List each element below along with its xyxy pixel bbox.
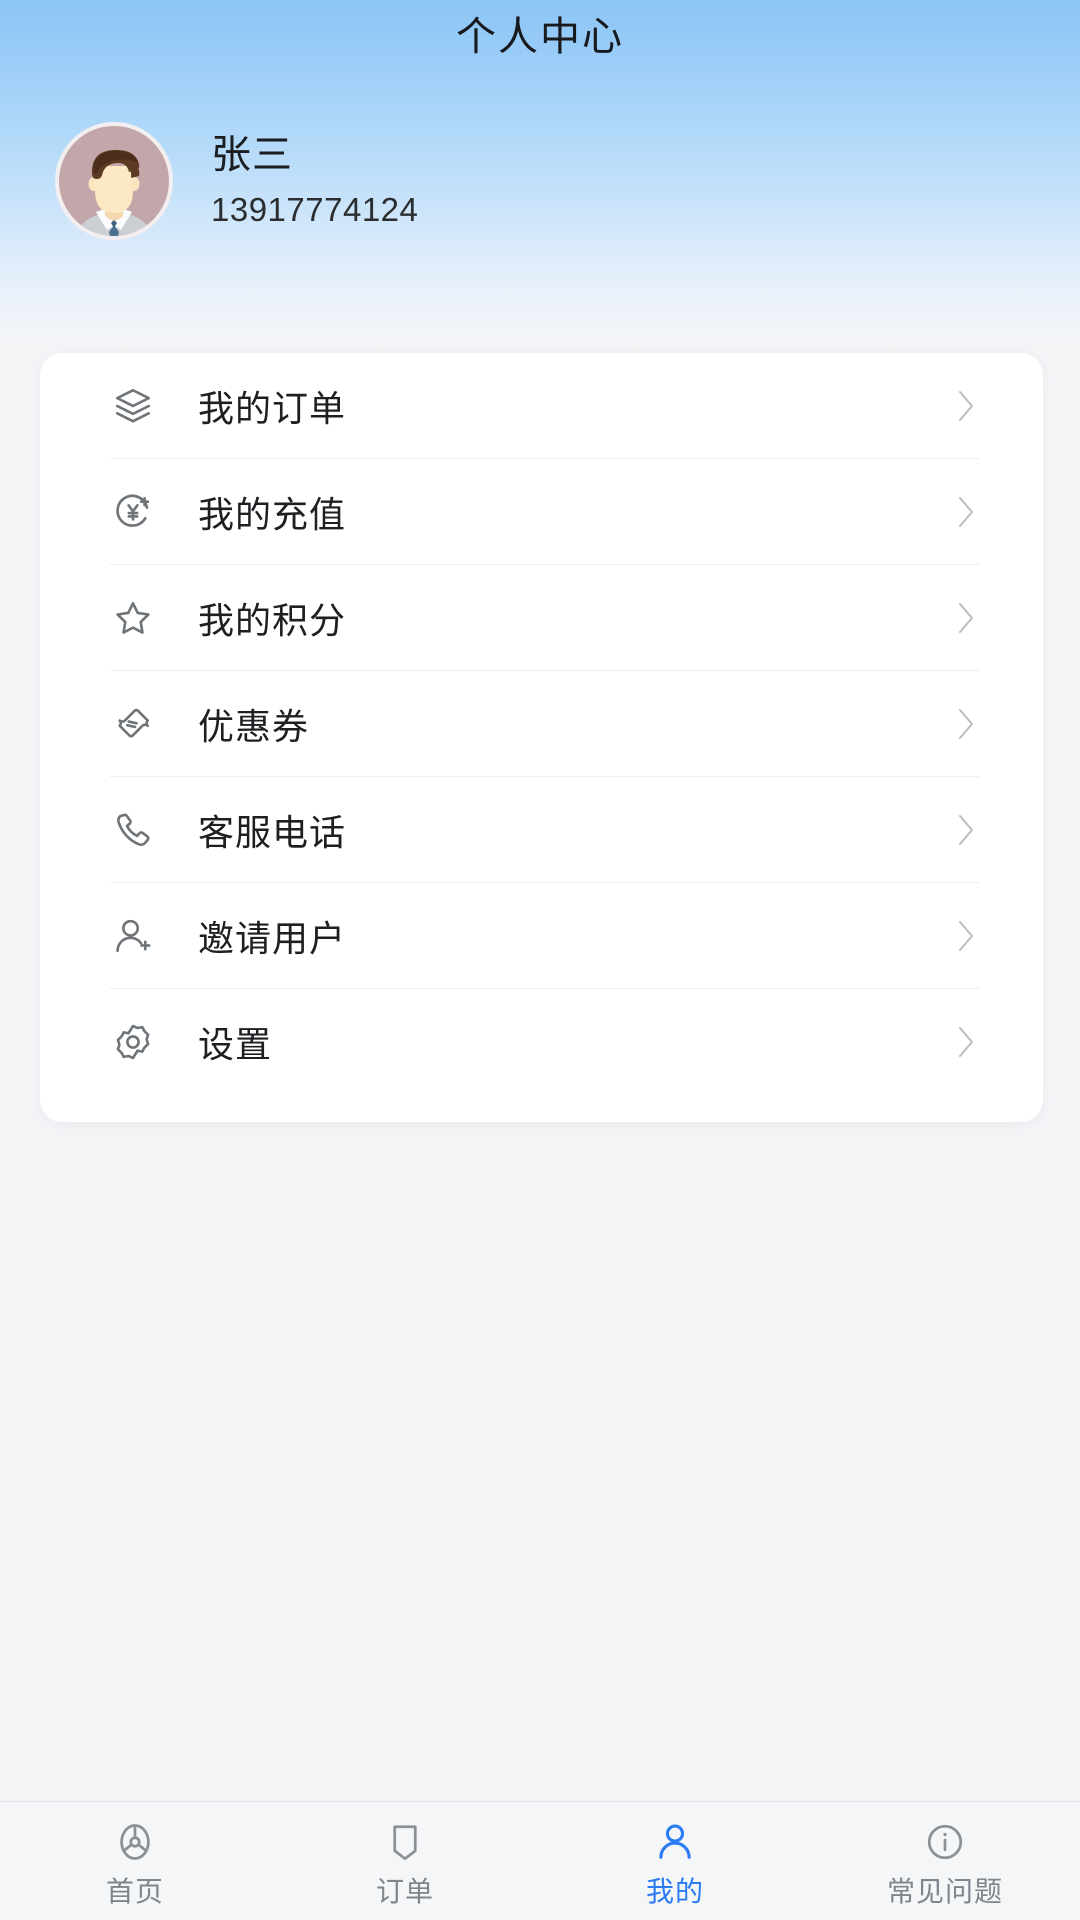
bookmark-icon [382,1819,428,1865]
menu-item-label: 设置 [198,1023,273,1065]
tab-orders[interactable]: 订单 [270,1802,540,1920]
info-circle-icon [922,1819,968,1865]
menu-item-coupon[interactable]: 优惠券 [110,671,979,777]
page-title: 个人中心 [456,15,624,59]
tab-label: 首页 [105,1876,164,1907]
profile-text-block: 张三 13917774124 [211,129,418,233]
menu-item-my-points[interactable]: 我的积分 [110,565,979,671]
compass-icon [112,1819,158,1865]
menu-item-invite-user[interactable]: 邀请用户 [110,883,979,989]
user-phone: 13917774124 [211,191,419,228]
tab-mine[interactable]: 我的 [540,1802,810,1920]
menu-item-label: 邀请用户 [198,917,347,959]
menu-item-settings[interactable]: 设置 [110,989,979,1094]
currency-recharge-icon [110,489,156,535]
gear-icon [110,1019,156,1065]
menu-item-label: 我的充值 [198,493,347,535]
tab-faq[interactable]: 常见问题 [810,1802,1080,1920]
profile-summary[interactable]: 张三 13917774124 [55,122,418,240]
person-icon [652,1819,698,1865]
menu-item-label: 客服电话 [198,811,347,853]
tab-label: 我的 [645,1876,704,1907]
profile-hero-header: 个人中心 张三 13917774124 [0,0,1080,345]
phone-icon [110,807,156,853]
avatar[interactable] [55,122,173,240]
user-plus-icon [110,913,156,959]
menu-item-label: 优惠券 [198,705,310,747]
chevron-right-icon [953,1020,979,1064]
chevron-right-icon [953,702,979,746]
menu-item-label: 我的订单 [198,387,347,429]
account-menu-card: 我的订单 我的充值 我的积分 优惠券 客服电话 邀请用户 设置 [40,353,1043,1122]
chevron-right-icon [953,490,979,534]
user-name: 张三 [211,133,293,177]
menu-item-my-recharge[interactable]: 我的充值 [110,459,979,565]
menu-item-service-phone[interactable]: 客服电话 [110,777,979,883]
chevron-right-icon [953,596,979,640]
tab-label: 常见问题 [886,1876,1003,1907]
ticket-icon [110,701,156,747]
star-icon [110,595,156,641]
tab-label: 订单 [375,1876,434,1907]
user-avatar-male-icon [59,126,169,236]
tab-home[interactable]: 首页 [0,1802,270,1920]
chevron-right-icon [953,384,979,428]
chevron-right-icon [953,914,979,958]
layers-icon [110,383,156,429]
menu-item-label: 我的积分 [198,599,347,641]
menu-item-my-orders[interactable]: 我的订单 [110,353,979,459]
chevron-right-icon [953,808,979,852]
bottom-tab-bar: 首页 订单 我的 常见问题 [0,1801,1080,1920]
